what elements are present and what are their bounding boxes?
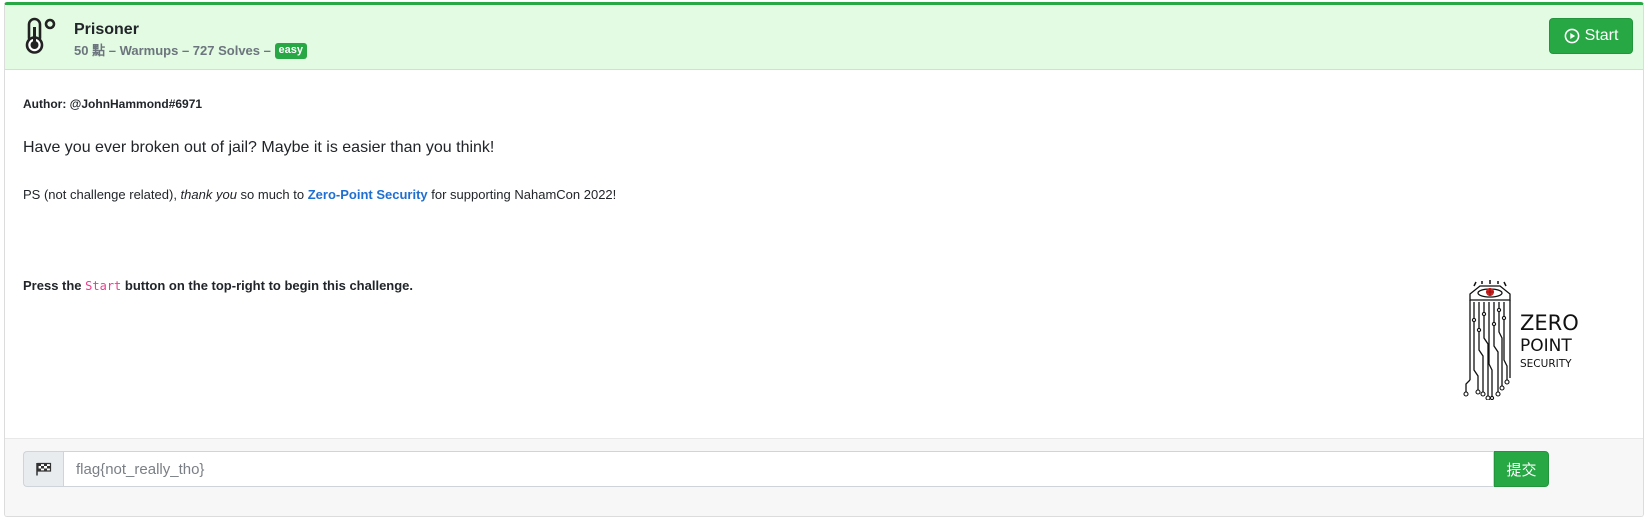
start-instruction-prefix: Press the <box>23 278 86 293</box>
flag-submit-footer: 提交 <box>5 438 1643 516</box>
challenge-header: Prisoner 50 點 – Warmups – 727 Solves – e… <box>5 5 1643 70</box>
logo-line-security: SECURITY <box>1520 358 1572 370</box>
meta-separator: – <box>263 43 271 59</box>
flag-input-group: 提交 <box>23 451 1549 487</box>
thermometer-icon <box>25 17 56 54</box>
sponsor-note-prefix: PS (not challenge related), <box>23 187 181 202</box>
challenge-meta: 50 點 – Warmups – 727 Solves – easy <box>74 41 307 59</box>
flag-input[interactable] <box>63 451 1494 487</box>
sponsor-link[interactable]: Zero-Point Security <box>308 187 428 202</box>
play-circle-icon <box>1564 28 1579 44</box>
start-button-label: Start <box>1584 27 1619 44</box>
challenge-solves: 727 Solves <box>192 43 261 59</box>
sponsor-note-suffix: for supporting NahamCon 2022! <box>427 187 617 202</box>
checkered-flag-icon <box>35 462 51 476</box>
sponsor-note-emphasis: thank you <box>180 187 237 202</box>
flag-addon <box>23 451 63 487</box>
logo-line-zero: ZERO <box>1520 311 1579 335</box>
challenge-title: Prisoner <box>74 21 139 38</box>
start-code: Start <box>85 279 122 293</box>
meta-separator: – <box>108 43 116 59</box>
start-button[interactable]: Start <box>1549 18 1633 54</box>
start-instruction: Press the Start button on the top-right … <box>23 278 413 293</box>
challenge-points: 50 點 <box>74 43 106 59</box>
submit-flag-button[interactable]: 提交 <box>1494 451 1549 487</box>
meta-separator: – <box>181 43 190 59</box>
sponsor-note: PS (not challenge related), thank you so… <box>23 187 616 202</box>
zero-point-security-logo: ZERO POINT SECURITY <box>1463 280 1579 400</box>
logo-line-point: POINT <box>1520 336 1572 356</box>
start-instruction-suffix: button on the top-right to begin this ch… <box>121 278 414 293</box>
challenge-category: Warmups <box>119 43 179 59</box>
author-line: Author: @JohnHammond#6971 <box>23 97 203 111</box>
challenge-title-block: Prisoner 50 點 – Warmups – 727 Solves – e… <box>74 20 307 59</box>
sponsor-note-middle: so much to <box>236 187 308 202</box>
challenge-card: Prisoner 50 點 – Warmups – 727 Solves – e… <box>4 2 1644 517</box>
challenge-description: Author: @JohnHammond#6971 Have you ever … <box>5 70 1643 438</box>
difficulty-badge: easy <box>274 42 307 59</box>
challenge-lead-text: Have you ever broken out of jail? Maybe … <box>23 139 495 156</box>
